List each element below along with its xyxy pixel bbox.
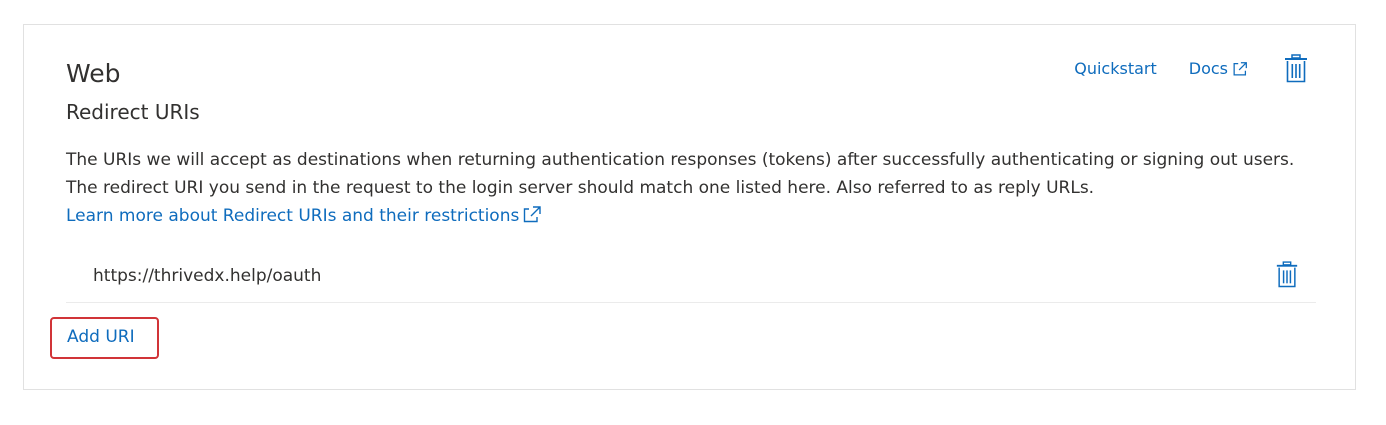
external-link-icon bbox=[1233, 62, 1247, 76]
delete-platform-trash-icon[interactable] bbox=[1283, 54, 1309, 84]
learn-more-link[interactable]: Learn more about Redirect URIs and their… bbox=[66, 206, 543, 226]
add-uri-button[interactable]: Add URI bbox=[67, 325, 135, 349]
web-platform-card: Web Redirect URIs Quickstart Docs The UR… bbox=[23, 24, 1356, 390]
delete-uri-trash-icon[interactable] bbox=[1275, 261, 1299, 289]
add-uri-highlight: Add URI bbox=[50, 317, 159, 359]
card-actions: Quickstart Docs bbox=[1074, 53, 1309, 85]
redirect-uris-heading: Redirect URIs bbox=[66, 100, 200, 124]
quickstart-link[interactable]: Quickstart bbox=[1074, 53, 1157, 85]
external-link-icon bbox=[524, 206, 542, 223]
description-text: The URIs we will accept as destinations … bbox=[66, 150, 1295, 198]
docs-link-label: Docs bbox=[1188, 59, 1228, 78]
redirect-uri-value[interactable]: https://thrivedx.help/oauth bbox=[93, 264, 321, 288]
platform-title: Web bbox=[66, 59, 121, 88]
docs-link[interactable]: Docs bbox=[1189, 53, 1249, 85]
redirect-uris-description: The URIs we will accept as destinations … bbox=[66, 146, 1326, 230]
learn-more-label: Learn more about Redirect URIs and their… bbox=[66, 206, 520, 226]
redirect-uri-row: https://thrivedx.help/oauth bbox=[66, 257, 1316, 303]
